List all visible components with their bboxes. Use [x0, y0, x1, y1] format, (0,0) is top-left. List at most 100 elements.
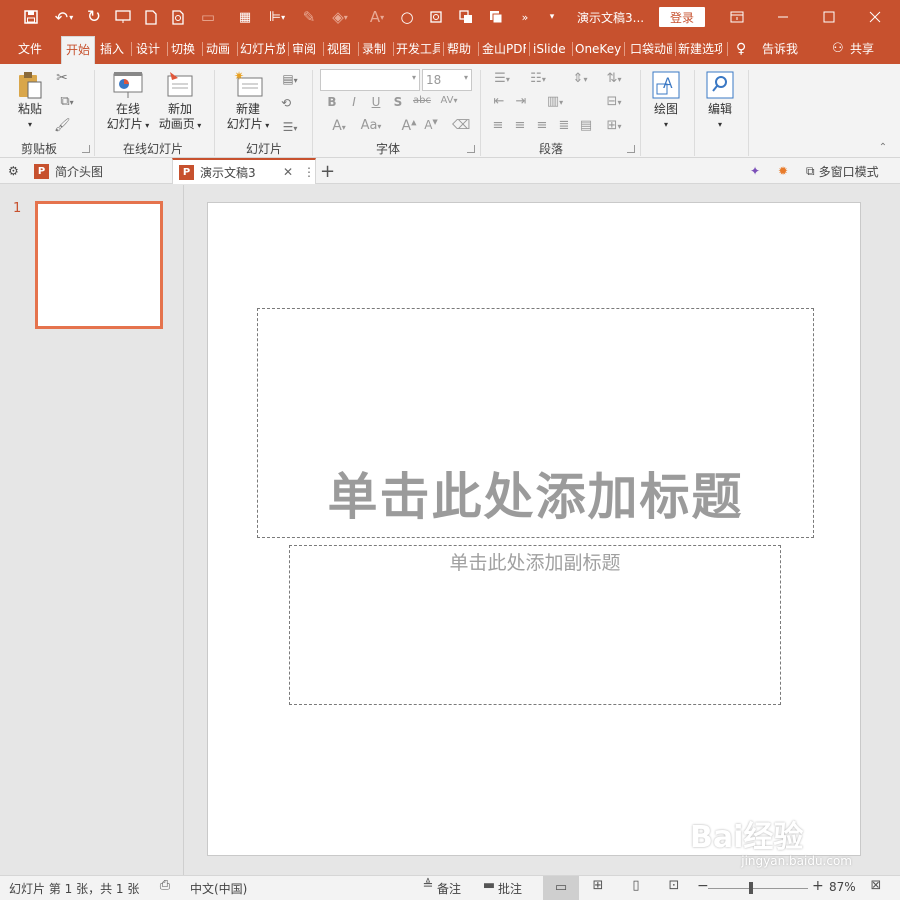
reading-view-icon[interactable]: ▯	[628, 879, 644, 893]
magic-icon[interactable]: ✦	[750, 158, 770, 184]
smartart-icon[interactable]: ⊞▾	[600, 118, 628, 133]
save-icon[interactable]	[20, 0, 42, 34]
doc-tab-intro-image[interactable]: P 简介头图	[34, 158, 170, 184]
maximize-icon[interactable]	[806, 0, 852, 34]
from-beginning-icon[interactable]	[112, 0, 134, 34]
increase-indent-icon[interactable]: ⇥	[512, 94, 530, 109]
settings-gear-icon[interactable]: ✹	[778, 158, 798, 184]
columns-icon[interactable]: ▥▾	[542, 94, 568, 109]
add-animation-page-button[interactable]: 新加 动画页 ▾	[154, 70, 206, 133]
zoom-level[interactable]: 87%	[829, 880, 856, 894]
close-icon[interactable]	[852, 0, 898, 34]
tab-insert[interactable]: 插入	[100, 34, 128, 64]
spell-check-icon[interactable]: ⎙	[157, 879, 173, 893]
circle-icon[interactable]: ○	[398, 0, 416, 34]
align-icon[interactable]: ⊫ ▾	[264, 0, 290, 34]
italic-icon[interactable]: I	[348, 95, 360, 109]
minimize-icon[interactable]	[760, 0, 806, 34]
redo-icon[interactable]: ↻	[84, 0, 104, 34]
language-indicator[interactable]: 中文(中国)	[190, 880, 247, 897]
new-tab-icon[interactable]: +	[320, 158, 338, 184]
slide[interactable]: 单击此处添加标题 单击此处添加副标题	[207, 202, 861, 856]
shape-icon[interactable]	[456, 0, 476, 34]
tab-home[interactable]: 开始	[61, 36, 95, 64]
tell-me-input[interactable]: 告诉我	[762, 34, 802, 64]
tab-menu-icon[interactable]: ⚙	[8, 158, 26, 184]
shadow-icon[interactable]: S	[392, 95, 404, 109]
copy-icon[interactable]: ⧉▾	[54, 94, 80, 109]
fit-to-window-icon[interactable]: ⊠	[868, 879, 884, 893]
justify-icon[interactable]: ≣	[556, 118, 572, 133]
drawing-button[interactable]: A 绘图 ▾	[646, 70, 686, 132]
change-case-icon[interactable]: Aa▾	[356, 118, 386, 133]
bold-icon[interactable]: B	[326, 95, 338, 109]
reset-icon[interactable]: ⟲	[276, 96, 296, 110]
tab-view[interactable]: 视图	[327, 34, 355, 64]
editing-button[interactable]: 编辑 ▾	[700, 70, 740, 132]
multi-window-mode-button[interactable]: ⧉ 多窗口模式	[806, 158, 900, 184]
slide-sorter-icon[interactable]: ⊞	[590, 879, 606, 893]
format-painter-icon[interactable]: 🖌	[54, 118, 71, 133]
tab-animations[interactable]: 动画	[206, 34, 234, 64]
new-slide-button[interactable]: ✷ 新建 幻灯片 ▾	[222, 69, 274, 133]
tab-help[interactable]: 帮助	[447, 34, 475, 64]
zoom-slider-track[interactable]	[708, 888, 808, 889]
tab-transitions[interactable]: 切换	[171, 34, 199, 64]
tab-new-tab[interactable]: 新建选项卡	[678, 34, 722, 64]
font-launcher-icon[interactable]	[467, 145, 475, 153]
text-effect-icon[interactable]: A▾	[326, 118, 352, 134]
tab-slideshow[interactable]: 幻灯片放映	[240, 34, 285, 64]
bullets-icon[interactable]: ☰▾	[490, 71, 514, 86]
font-name-select[interactable]: ▾	[320, 69, 420, 91]
customize-qat-icon[interactable]: ▾	[544, 0, 560, 34]
clear-formatting-icon[interactable]: ⌫	[452, 118, 470, 133]
undo-icon[interactable]: ↶ ▾	[50, 0, 78, 34]
doc-tab-presentation3[interactable]: P 演示文稿3 ✕ ⋮	[172, 158, 316, 184]
section-icon[interactable]: ☰▾	[276, 120, 304, 134]
comments-button[interactable]: 批注	[498, 880, 522, 897]
print-preview-icon[interactable]	[170, 0, 188, 34]
ribbon-display-options-icon[interactable]	[714, 0, 760, 34]
online-slides-button[interactable]: 在线 幻灯片 ▾	[102, 70, 154, 133]
title-placeholder[interactable]: 单击此处添加标题	[257, 308, 814, 538]
tab-design[interactable]: 设计	[136, 34, 164, 64]
share-icon[interactable]: ⚇	[832, 34, 848, 64]
grid-icon[interactable]: ▦	[236, 0, 254, 34]
normal-view-icon[interactable]: ▭	[543, 876, 579, 900]
notes-button[interactable]: 备注	[437, 880, 461, 897]
font-size-select[interactable]: 18 ▾	[422, 69, 472, 91]
tab-review[interactable]: 审阅	[292, 34, 320, 64]
tab-record[interactable]: 录制	[362, 34, 390, 64]
login-button[interactable]: 登录	[659, 7, 705, 27]
shrink-font-icon[interactable]: A▼	[422, 118, 440, 132]
new-file-icon[interactable]	[142, 0, 160, 34]
more-commands-icon[interactable]: »	[516, 0, 534, 34]
tab-pocket-animation[interactable]: 口袋动画	[630, 34, 672, 64]
tab-file[interactable]: 文件	[18, 34, 46, 64]
clipboard-launcher-icon[interactable]	[82, 145, 90, 153]
paste-button[interactable]: 粘贴 ▾	[12, 70, 48, 132]
line-spacing-icon[interactable]: ⇕▾	[566, 71, 594, 86]
subtitle-placeholder[interactable]: 单击此处添加副标题	[289, 545, 781, 705]
slideshow-icon[interactable]: ⊡	[666, 879, 682, 893]
paragraph-launcher-icon[interactable]	[627, 145, 635, 153]
strikethrough-icon[interactable]: abc	[412, 95, 432, 106]
text-direction-icon[interactable]: ⇅▾	[600, 71, 628, 86]
share-button[interactable]: 共享	[850, 34, 880, 64]
decrease-indent-icon[interactable]: ⇤	[490, 94, 508, 109]
zoom-in-icon[interactable]: +	[812, 878, 824, 894]
crop-icon[interactable]	[426, 0, 446, 34]
underline-icon[interactable]: U	[370, 95, 382, 109]
tab-onekey[interactable]: OneKey	[575, 34, 621, 64]
char-spacing-icon[interactable]: AV▾	[436, 95, 462, 106]
align-left-icon[interactable]: ≡	[490, 118, 506, 133]
tab-more-icon[interactable]: ⋮	[303, 165, 315, 179]
tab-developer[interactable]: 开发工具	[396, 34, 440, 64]
grow-font-icon[interactable]: A▲	[400, 118, 418, 134]
layers-icon[interactable]	[486, 0, 506, 34]
tab-kingsoft-pdf[interactable]: 金山PDF	[482, 34, 526, 64]
align-center-icon[interactable]: ≡	[512, 118, 528, 133]
layout-icon[interactable]: ▤▾	[276, 72, 304, 86]
align-text-icon[interactable]: ⊟▾	[600, 94, 628, 109]
zoom-out-icon[interactable]: −	[697, 878, 709, 894]
